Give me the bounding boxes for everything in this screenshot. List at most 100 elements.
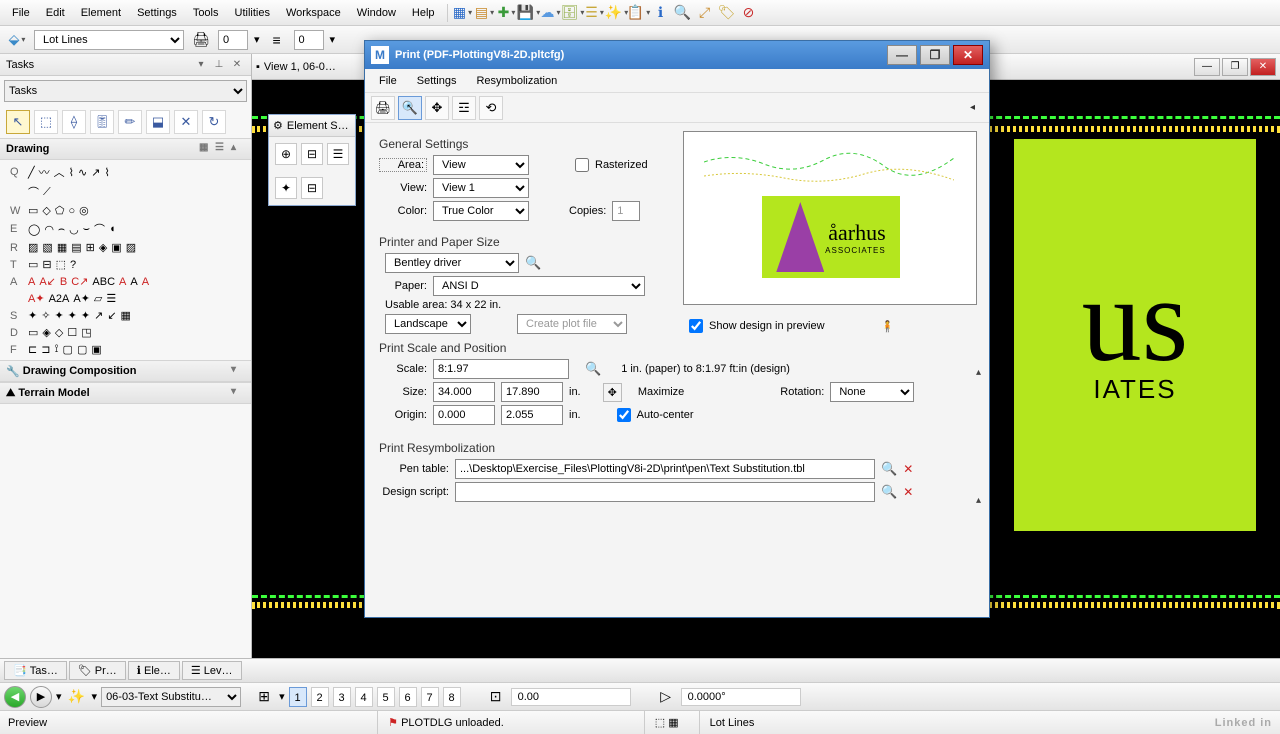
ellipse-icon[interactable]: ◯ — [28, 223, 40, 236]
view-minimize-button[interactable]: — — [1194, 58, 1220, 76]
scale-search-icon[interactable]: 🔍 — [585, 361, 601, 377]
tab-levels[interactable]: ☰ Lev… — [182, 661, 242, 680]
solid3-icon[interactable]: ◇ — [55, 326, 63, 339]
area-combo[interactable]: View — [433, 155, 529, 175]
lock-icon[interactable]: ⬚ — [655, 716, 665, 729]
target-icon[interactable]: ◎ — [79, 204, 89, 217]
expander-icon-2[interactable]: ▴ — [976, 495, 981, 506]
element-add-icon[interactable]: ⊕ — [275, 143, 297, 165]
hatch-icon[interactable]: ▨ — [28, 241, 38, 254]
close-icon[interactable]: ✕ — [229, 57, 245, 73]
spinner-arrow-2[interactable]: ▾ — [330, 33, 336, 46]
script-input[interactable] — [455, 482, 875, 502]
text-note-icon[interactable]: ▱ — [94, 292, 102, 305]
polyline-icon[interactable]: ⌇ — [69, 166, 74, 179]
print-tool-attributes-icon[interactable]: ☲ — [452, 96, 476, 120]
text-dash-icon[interactable]: ⊟ — [42, 258, 51, 271]
zoom-extents-icon[interactable]: ⤢ — [694, 2, 716, 24]
cell2-icon[interactable]: ◈ — [99, 241, 107, 254]
text-a3-icon[interactable]: A — [119, 276, 126, 288]
rasterized-check[interactable] — [575, 158, 589, 172]
copies-input[interactable] — [612, 201, 640, 221]
tool-icon[interactable]: ✏ — [118, 110, 142, 134]
box-icon[interactable]: ▦ — [668, 716, 678, 729]
zoom-icon[interactable]: 🔍 — [672, 2, 694, 24]
element-set-icon[interactable]: ☰ — [327, 143, 349, 165]
print-tool-print-icon[interactable]: 🖨 — [371, 96, 395, 120]
layers-icon[interactable]: ☰ — [584, 2, 606, 24]
print-menu-settings[interactable]: Settings — [407, 72, 467, 90]
tool-icon[interactable]: ⟠ — [62, 110, 86, 134]
view-8-button[interactable]: 8 — [443, 687, 461, 707]
solid2-icon[interactable]: ◈ — [42, 326, 50, 339]
tab-tasks[interactable]: 📑 Tas… — [4, 661, 67, 680]
text-place-icon[interactable]: ▭ — [28, 258, 38, 271]
effects-icon[interactable]: ✨ — [606, 2, 628, 24]
snap2-icon[interactable]: ✧ — [41, 309, 50, 322]
angle-icon[interactable]: ▷ — [655, 686, 677, 708]
paper-combo[interactable]: ANSI D — [433, 276, 645, 296]
cell3-icon[interactable]: ▣ — [111, 241, 121, 254]
info-icon[interactable]: ℹ — [650, 2, 672, 24]
tool-icon[interactable]: ✕ — [174, 110, 198, 134]
level-combo[interactable]: Lot Lines — [34, 30, 184, 50]
element-sub-icon[interactable]: ⊟ — [301, 143, 323, 165]
dialog-minimize-button[interactable]: — — [887, 45, 917, 65]
view-restore-button[interactable]: ❐ — [1222, 58, 1248, 76]
script-delete-icon[interactable]: ✕ — [903, 485, 913, 499]
polygon-icon[interactable]: ⬠ — [55, 204, 65, 217]
nav-back-button[interactable]: ◀ — [4, 686, 26, 708]
nav-dropdown[interactable]: ▾ — [56, 690, 62, 703]
snap3-icon[interactable]: ✦ — [54, 309, 63, 322]
text-b-icon[interactable]: B — [60, 276, 67, 288]
view-4-button[interactable]: 4 — [355, 687, 373, 707]
line-icon[interactable]: ⟋ — [43, 186, 51, 199]
text-c-icon[interactable]: C↗ — [71, 275, 88, 288]
text-a-icon[interactable]: A — [28, 276, 35, 288]
curve4-icon[interactable]: ⌣ — [83, 223, 90, 236]
cell-icon[interactable]: ⊞ — [86, 241, 95, 254]
element-clear-icon[interactable]: ✦ — [275, 177, 297, 199]
drawing-composition-header[interactable]: 🔧 Drawing Composition▾ — [0, 360, 251, 382]
menu-help[interactable]: Help — [404, 3, 443, 23]
grid-view-icon[interactable]: ▦ — [199, 142, 213, 156]
reset-icon[interactable]: ✨ — [66, 686, 88, 708]
dialog-maximize-button[interactable]: ❐ — [920, 45, 950, 65]
curve-icon[interactable]: ∿ — [78, 166, 87, 179]
text-abc-icon[interactable]: ABC — [92, 276, 115, 288]
spline-icon[interactable]: ⌇ — [104, 166, 109, 179]
level-icon[interactable]: ⬙ — [6, 29, 28, 51]
curve3-icon[interactable]: ◡ — [69, 223, 79, 236]
arc2-icon[interactable]: ◠ — [44, 223, 54, 236]
view-control-icon[interactable]: ⊞ — [253, 686, 275, 708]
spinner-2[interactable] — [294, 30, 324, 50]
no-entry-icon[interactable]: ⊘ — [738, 2, 760, 24]
dropdown-icon[interactable]: ▾ — [193, 57, 209, 73]
spinner-1[interactable] — [218, 30, 248, 50]
half-icon[interactable]: ◖ — [109, 223, 116, 235]
new-icon[interactable]: ✚ — [496, 2, 518, 24]
view-3-button[interactable]: 3 — [333, 687, 351, 707]
circle-tool-icon[interactable]: ○ — [68, 205, 75, 217]
tool-icon[interactable]: ↻ — [202, 110, 226, 134]
text-a4-icon[interactable]: A — [130, 276, 137, 288]
coord-lock-icon[interactable]: ⊡ — [485, 686, 507, 708]
arc-icon[interactable]: ⌒ — [28, 184, 39, 200]
size-w-input[interactable] — [433, 382, 495, 402]
view-5-button[interactable]: 5 — [377, 687, 395, 707]
arrow-up-icon[interactable]: ︿ — [54, 164, 65, 180]
maximize-icon[interactable]: ✥ — [603, 383, 622, 402]
solid-icon[interactable]: ▭ — [28, 326, 38, 339]
text-sel-icon[interactable]: ⬚ — [56, 258, 66, 271]
snap7-icon[interactable]: ↙ — [107, 309, 116, 322]
hatch4-icon[interactable]: ▤ — [71, 241, 81, 254]
view-1-button[interactable]: 1 — [289, 687, 307, 707]
tool-icon[interactable]: 🎚 — [90, 110, 114, 134]
print-menu-file[interactable]: File — [369, 72, 407, 90]
collapse-icon[interactable]: ▴ — [231, 142, 245, 156]
model-combo[interactable]: 06-03-Text Substitu… — [101, 687, 241, 707]
driver-search-icon[interactable]: 🔍 — [525, 255, 541, 271]
menu-utilities[interactable]: Utilities — [227, 3, 278, 23]
size-h-input[interactable] — [501, 382, 563, 402]
rotation-combo[interactable]: None — [830, 382, 914, 402]
